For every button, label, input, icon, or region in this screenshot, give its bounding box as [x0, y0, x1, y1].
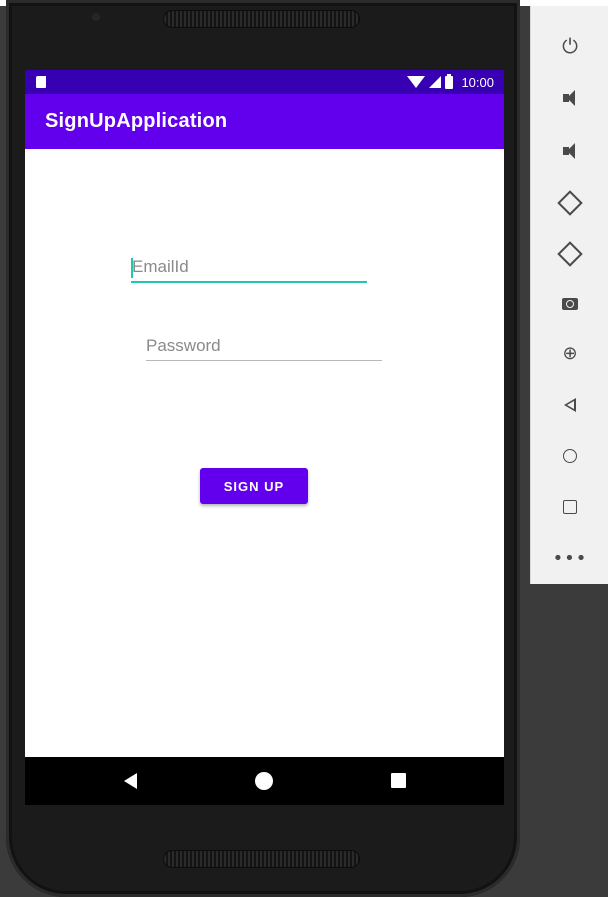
text-cursor [131, 258, 133, 278]
front-camera-icon [92, 13, 100, 21]
rotate-right-icon[interactable] [531, 234, 608, 274]
back-icon[interactable] [531, 385, 608, 425]
status-time: 10:00 [461, 74, 494, 90]
password-placeholder: Password [146, 336, 221, 355]
overview-icon[interactable] [531, 487, 608, 527]
screenshot-icon[interactable] [531, 284, 608, 324]
volume-up-icon[interactable] [531, 78, 608, 118]
battery-icon [445, 73, 454, 89]
status-icons: 10:00 [407, 73, 494, 90]
zoom-icon[interactable]: ⊕ [531, 333, 608, 373]
top-speaker-grill [163, 10, 360, 28]
email-field[interactable]: EmailId [131, 257, 367, 283]
app-bar: SignUpApplication [25, 94, 504, 149]
sign-up-button[interactable]: SIGN UP [200, 468, 308, 504]
device-frame: 10:00 SignUpApplication EmailId Password… [6, 0, 520, 897]
home-icon[interactable] [531, 436, 608, 476]
nav-home-icon[interactable] [255, 772, 273, 790]
password-underline [146, 360, 382, 361]
nav-back-icon[interactable] [124, 773, 137, 789]
nav-recent-apps-icon[interactable] [391, 773, 406, 788]
signal-icon [429, 76, 442, 88]
email-placeholder: EmailId [132, 257, 189, 276]
email-underline [131, 281, 367, 283]
device-screen: 10:00 SignUpApplication EmailId Password… [25, 70, 504, 805]
wifi-icon [407, 76, 426, 88]
rotate-left-icon[interactable] [531, 183, 608, 223]
app-title: SignUpApplication [45, 110, 228, 132]
emulator-toolbar: ⏻ ⊕ ••• [530, 6, 608, 584]
more-icon[interactable]: ••• [531, 538, 608, 578]
sd-card-icon [36, 76, 46, 88]
bottom-speaker-grill [163, 850, 360, 868]
power-icon[interactable]: ⏻ [531, 26, 608, 66]
volume-down-icon[interactable] [531, 131, 608, 171]
navigation-bar [25, 757, 504, 805]
password-field[interactable]: Password [146, 336, 382, 361]
status-bar: 10:00 [25, 70, 504, 94]
